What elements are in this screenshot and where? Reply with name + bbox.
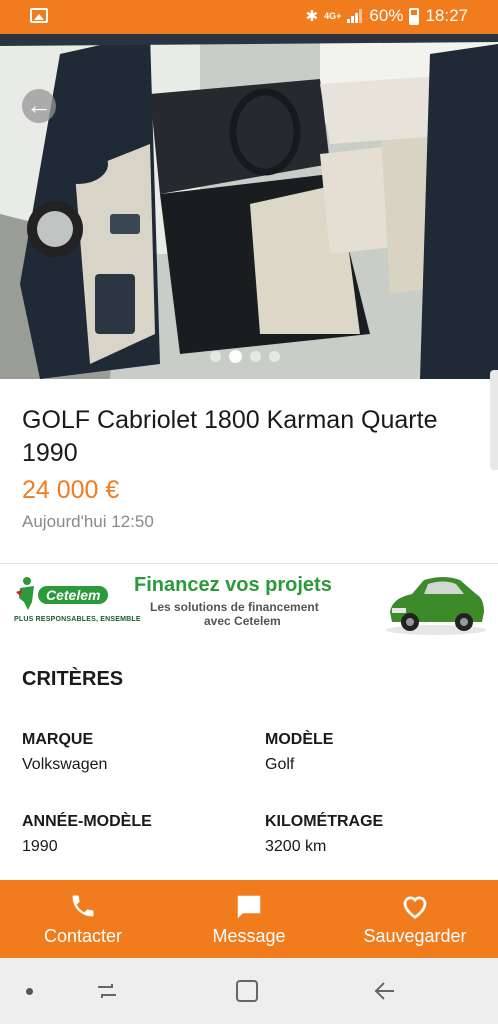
system-nav-bar bbox=[0, 958, 498, 1024]
ad-brand: Cetelem bbox=[38, 586, 109, 604]
status-icons: ✱ 4G+ 60% 18:27 bbox=[306, 6, 468, 26]
listing-price: 24 000 € bbox=[22, 476, 120, 504]
criteria-label-brand: MARQUE bbox=[22, 731, 94, 748]
gallery-dot-active[interactable] bbox=[229, 350, 242, 363]
ad-headline: Financez vos projets bbox=[134, 574, 332, 596]
ad-tagline: PLUS RESPONSABLES, ENSEMBLE bbox=[14, 616, 141, 623]
criteria-label-mileage: KILOMÉTRAGE bbox=[265, 813, 384, 830]
home-icon[interactable] bbox=[234, 978, 260, 1004]
gallery-dot[interactable] bbox=[269, 351, 280, 362]
contact-label: Contacter bbox=[43, 926, 123, 946]
bluetooth-icon: ✱ bbox=[305, 8, 319, 25]
criteria-title: CRITÈRES bbox=[22, 668, 124, 690]
action-bar: Contacter Message Sauvegarder bbox=[0, 880, 498, 958]
phone-icon bbox=[72, 895, 94, 917]
criteria-value-brand: Volkswagen bbox=[22, 756, 108, 773]
cetelem-logo-icon bbox=[16, 577, 34, 610]
back-arrow-icon[interactable]: ← bbox=[22, 89, 56, 123]
status-bar: ✱ 4G+ 60% 18:27 bbox=[0, 0, 498, 34]
criteria-label-year: ANNÉE-MODÈLE bbox=[22, 813, 152, 830]
battery-percent: 60% bbox=[369, 6, 404, 25]
save-label: Sauvegarder bbox=[363, 926, 467, 946]
contact-button[interactable]: Contacter bbox=[0, 880, 166, 958]
ad-subtitle: Les solutions de financement bbox=[150, 600, 319, 614]
criteria-label-model: MODÈLE bbox=[265, 731, 334, 748]
message-button[interactable]: Message bbox=[166, 880, 332, 958]
car-interior-image bbox=[0, 34, 498, 379]
listing-photo[interactable]: ← bbox=[0, 34, 498, 379]
recent-apps-icon[interactable] bbox=[94, 978, 120, 1004]
message-label: Message bbox=[212, 926, 286, 946]
battery-icon bbox=[409, 7, 420, 25]
signal-icon bbox=[347, 9, 363, 23]
gallery-notification-icon bbox=[30, 8, 48, 23]
chat-bubble-icon bbox=[237, 895, 261, 919]
ad-subtitle-2: avec Cetelem bbox=[204, 614, 281, 628]
network-type-icon: 4G+ bbox=[324, 10, 342, 21]
grass-car-image bbox=[386, 577, 486, 635]
criteria-value-mileage: 3200 km bbox=[265, 838, 327, 855]
gallery-dot[interactable] bbox=[210, 351, 221, 362]
clock: 18:27 bbox=[425, 6, 468, 25]
criteria-value-year: 1990 bbox=[22, 838, 58, 855]
gallery-dot[interactable] bbox=[250, 351, 261, 362]
gallery-pagination bbox=[210, 350, 280, 363]
listing-title: GOLF Cabriolet 1800 Karman Quarte 1990 bbox=[22, 406, 438, 467]
nav-dot-icon[interactable] bbox=[26, 988, 33, 995]
listing-date: Aujourd'hui 12:50 bbox=[22, 512, 154, 531]
heart-icon bbox=[403, 896, 427, 919]
criteria-value-model: Golf bbox=[265, 756, 295, 773]
back-icon[interactable] bbox=[372, 978, 398, 1004]
scrollbar[interactable] bbox=[490, 370, 498, 470]
save-button[interactable]: Sauvegarder bbox=[332, 880, 498, 958]
